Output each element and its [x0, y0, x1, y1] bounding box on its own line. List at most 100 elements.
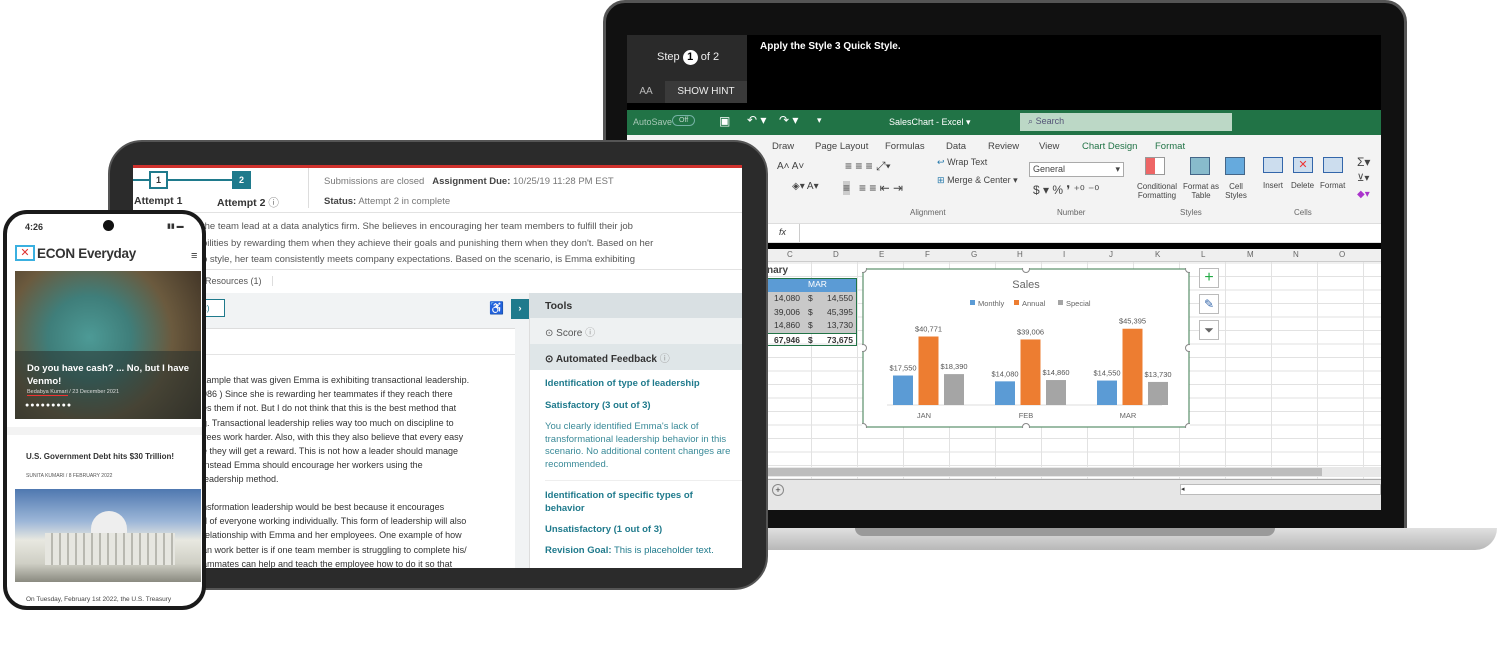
- data-label: $14,550: [1093, 369, 1120, 378]
- add-sheet-button[interactable]: +: [772, 484, 784, 496]
- format-table-icon[interactable]: [1190, 157, 1210, 175]
- autosum-icon[interactable]: Σ▾: [1357, 155, 1370, 169]
- delete-icon[interactable]: ✕: [1293, 157, 1313, 173]
- tab-formulas[interactable]: Formulas: [885, 141, 925, 152]
- assignment-screen: 1 2 Attempt 1 Attempt 2 ⓘ Submissions ar…: [133, 165, 742, 568]
- column-header[interactable]: M: [1247, 250, 1254, 259]
- attempt-2-step[interactable]: 2: [232, 171, 251, 189]
- insert-button[interactable]: Insert: [1263, 181, 1283, 190]
- accessibility-icon[interactable]: ♿: [489, 301, 504, 315]
- menu-icon[interactable]: ≡: [191, 250, 197, 262]
- table-row[interactable]: 39,006 $45,395: [758, 305, 856, 319]
- info-icon[interactable]: ⓘ: [660, 354, 670, 365]
- column-header[interactable]: I: [1063, 250, 1065, 259]
- tab-view[interactable]: View: [1039, 141, 1059, 152]
- chart-elements-button[interactable]: +: [1199, 268, 1219, 288]
- signal-battery-icon: ▮▮ ▬: [167, 223, 184, 230]
- article-title[interactable]: U.S. Government Debt hits $30 Trillion!: [26, 452, 174, 461]
- clear-icon[interactable]: ◆▾: [1357, 189, 1370, 200]
- column-header[interactable]: K: [1155, 250, 1160, 259]
- align-left-icon[interactable]: ≡: [843, 181, 851, 195]
- format-table-button[interactable]: Format as Table: [1183, 182, 1219, 200]
- capitol-image[interactable]: [15, 489, 201, 582]
- collapse-tools-button[interactable]: ›: [511, 299, 529, 319]
- autosave-label: AutoSave: [633, 117, 673, 127]
- tab-data[interactable]: Data: [946, 141, 966, 152]
- resize-handle: [1022, 423, 1030, 428]
- bar-monthly: [995, 381, 1015, 405]
- document-title[interactable]: SalesChart - Excel ▾: [889, 117, 971, 128]
- cell-styles-icon[interactable]: [1225, 157, 1245, 175]
- resize-handle: [1185, 344, 1190, 352]
- article-snippet: On Tuesday, February 1st 2022, the U.S. …: [26, 596, 172, 603]
- column-header[interactable]: G: [971, 250, 977, 259]
- search-box[interactable]: ⌕ Search: [1020, 113, 1232, 131]
- wrap-text-icon: ↩: [937, 157, 945, 167]
- save-icon[interactable]: ▣: [719, 114, 730, 128]
- wrap-text-button[interactable]: ↩ Wrap Text: [937, 157, 987, 168]
- align-center-icon[interactable]: ≡ ≡ ⇤ ⇥: [859, 181, 903, 195]
- cell-styles-button[interactable]: Cell Styles: [1221, 182, 1251, 200]
- attempt-1-step[interactable]: 1: [149, 171, 168, 189]
- currency-icon[interactable]: $ ▾ % ❜ ⁺⁰ ⁻⁰: [1033, 183, 1099, 197]
- score-section[interactable]: ⊙ Score ⓘ: [530, 318, 742, 344]
- camera: [103, 220, 114, 231]
- attempt-2-label[interactable]: Attempt 2 ⓘ: [217, 195, 279, 210]
- text-line: relationship with Emma and her employees…: [202, 530, 462, 541]
- column-header[interactable]: F: [925, 250, 930, 259]
- column-header[interactable]: J: [1109, 250, 1113, 259]
- redo-icon[interactable]: ↷ ▾: [779, 113, 798, 127]
- attempt-1-label[interactable]: Attempt 1: [134, 195, 182, 207]
- undo-icon[interactable]: ↶ ▾: [747, 113, 766, 127]
- legend-label: Special: [1066, 299, 1091, 308]
- conditional-formatting-icon[interactable]: [1145, 157, 1165, 175]
- chart-styles-brush-icon[interactable]: ✎: [1199, 294, 1219, 314]
- insert-icon[interactable]: [1263, 157, 1283, 173]
- table-row[interactable]: 14,860 $13,730: [758, 319, 856, 333]
- format-cells-button[interactable]: Format: [1320, 181, 1345, 190]
- tab-review[interactable]: Review: [988, 141, 1019, 152]
- tab-resources[interactable]: Resources (1): [205, 276, 273, 286]
- column-header[interactable]: L: [1201, 250, 1205, 259]
- column-header[interactable]: D: [833, 250, 839, 259]
- table-cell: 13,730: [827, 320, 853, 330]
- format-cells-icon[interactable]: [1323, 157, 1343, 173]
- merge-center-button[interactable]: ⊞ Merge & Center ▾: [937, 175, 1018, 186]
- delete-button[interactable]: Delete: [1291, 181, 1314, 190]
- tools-panel: Tools ⊙ Score ⓘ ⊙ Automated Feedback ⓘ I…: [529, 293, 742, 568]
- column-header[interactable]: E: [879, 250, 884, 259]
- hero-title[interactable]: Do you have cash? ... No, but I have Ven…: [27, 362, 192, 388]
- table-row[interactable]: 14,080 $14,550: [758, 292, 856, 306]
- number-format-select[interactable]: General ▾: [1029, 162, 1124, 177]
- carousel-dots[interactable]: ●●●●●●●●●: [25, 402, 72, 409]
- hero-article[interactable]: Do you have cash? ... No, but I have Ven…: [15, 271, 201, 419]
- text-line: leadership method.: [202, 474, 279, 485]
- autosave-toggle[interactable]: Off: [672, 115, 696, 126]
- fill-icon[interactable]: ⊻▾: [1357, 173, 1369, 184]
- info-icon[interactable]: ⓘ: [268, 197, 279, 209]
- sheet-scrollbar[interactable]: ◂: [1180, 484, 1381, 495]
- customize-icon[interactable]: ▾: [817, 115, 822, 126]
- tab-format[interactable]: Format: [1155, 141, 1185, 152]
- table-row[interactable]: 67,946 $73,675: [758, 332, 856, 347]
- chart-filter-icon[interactable]: ⏷: [1199, 320, 1219, 340]
- category-label: JAN: [917, 411, 931, 420]
- fill-color-icon[interactable]: ◈▾ A▾: [792, 181, 819, 192]
- align-top-icon[interactable]: ≡ ≡ ≡ ⤢▾: [845, 159, 891, 174]
- column-header[interactable]: H: [1017, 250, 1023, 259]
- data-table[interactable]: MAR 14,080 $14,550 39,006 $45,395 14,860 $13,…: [757, 278, 857, 346]
- column-header[interactable]: C: [787, 250, 793, 259]
- show-hint-button[interactable]: SHOW HINT: [665, 81, 747, 103]
- font-size-icons[interactable]: A˄ A˅: [777, 161, 804, 172]
- tab-draw[interactable]: Draw: [772, 141, 794, 152]
- tab-page-layout[interactable]: Page Layout: [815, 141, 868, 152]
- info-icon[interactable]: ⓘ: [585, 328, 595, 339]
- brand-name[interactable]: ECON Everyday: [37, 246, 136, 261]
- feedback-section[interactable]: ⊙ Automated Feedback ⓘ: [530, 344, 742, 370]
- column-header[interactable]: N: [1293, 250, 1299, 259]
- tab-chart-design[interactable]: Chart Design: [1082, 141, 1137, 152]
- font-size-button[interactable]: AA: [627, 81, 665, 103]
- conditional-formatting-button[interactable]: Conditional Formatting: [1131, 182, 1183, 200]
- column-header[interactable]: O: [1339, 250, 1345, 259]
- sales-chart[interactable]: Sales Monthly Annual Special $17,550 $40,771 $…: [862, 268, 1190, 428]
